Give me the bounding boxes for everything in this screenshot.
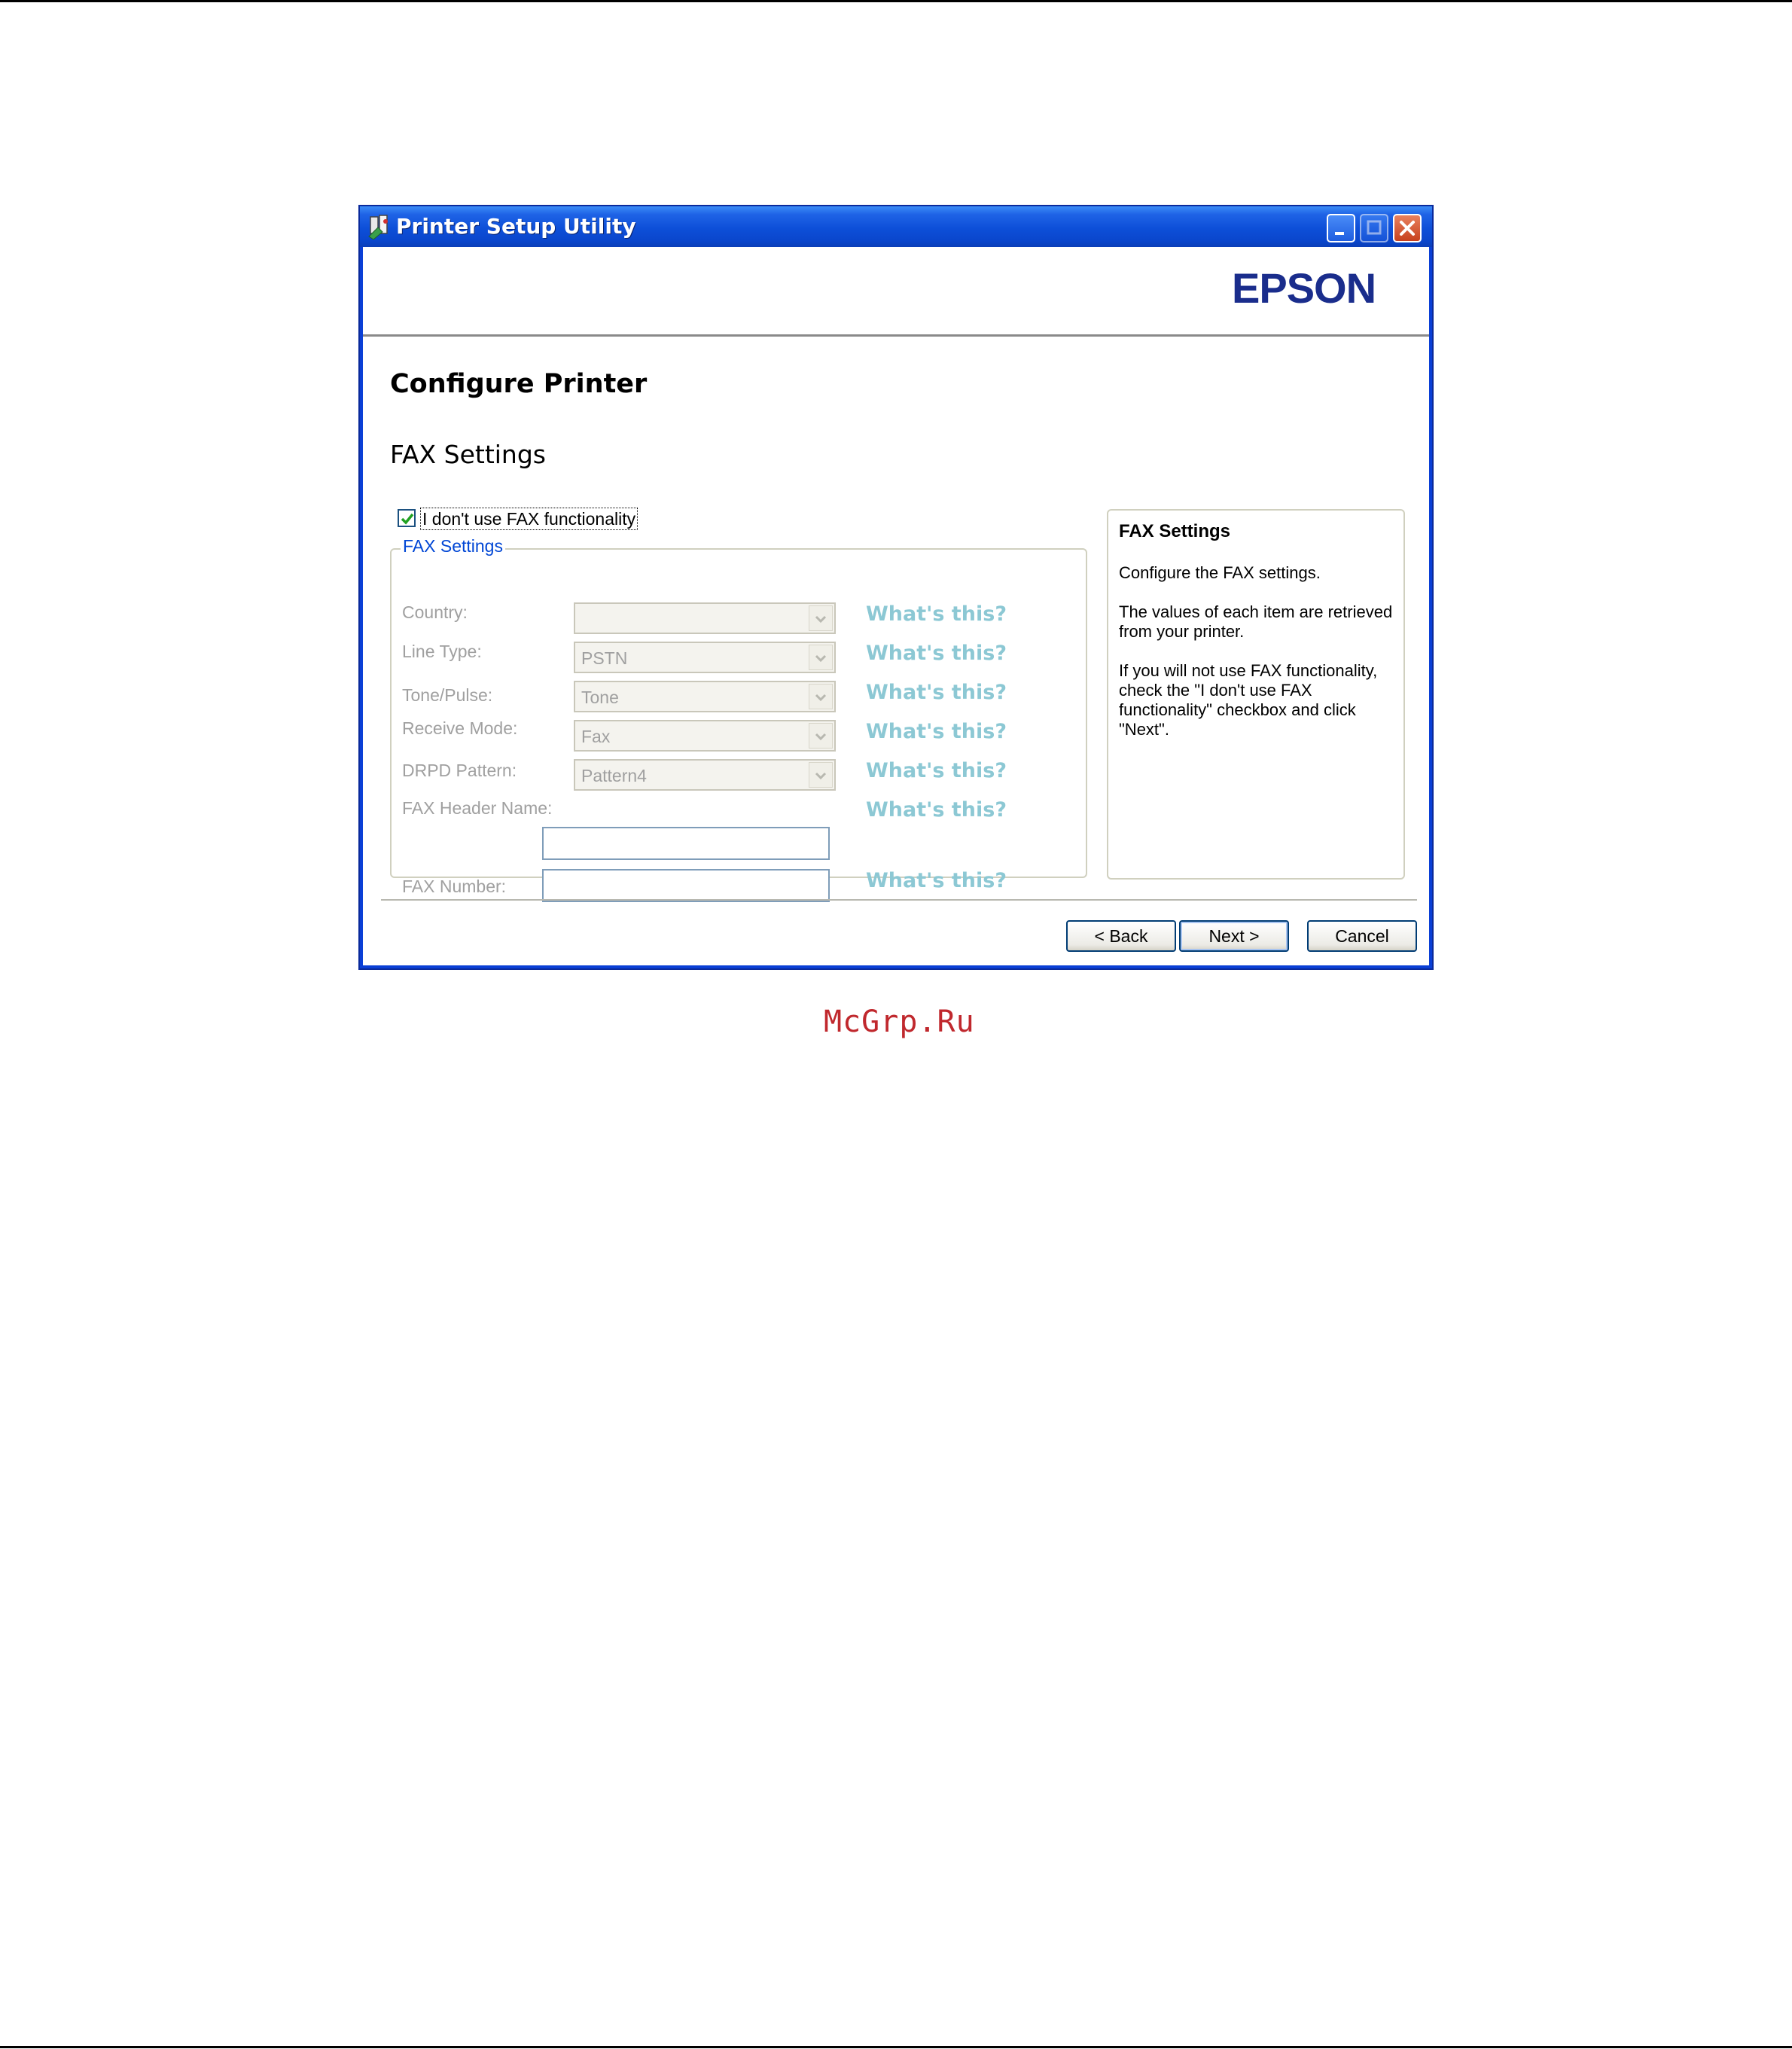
receive-mode-select[interactable]: Fax xyxy=(574,720,836,752)
chevron-down-icon[interactable] xyxy=(809,645,833,670)
receive-mode-label: Receive Mode: xyxy=(402,718,518,738)
receive-mode-value: Fax xyxy=(581,727,611,746)
help-paragraph: If you will not use FAX functionality, c… xyxy=(1119,661,1378,739)
section-title: FAX Settings xyxy=(390,440,546,469)
header-band: EPSON xyxy=(363,247,1429,334)
drpd-pattern-value: Pattern4 xyxy=(581,766,647,785)
chevron-down-icon[interactable] xyxy=(809,605,833,631)
minimize-button[interactable] xyxy=(1327,214,1355,242)
header-divider xyxy=(363,334,1429,337)
back-button[interactable]: < Back xyxy=(1066,920,1176,952)
page-title: Configure Printer xyxy=(390,369,648,399)
help-panel-title: FAX Settings xyxy=(1119,521,1231,541)
maximize-button[interactable] xyxy=(1360,214,1388,242)
help-paragraph: The values of each item are retrieved fr… xyxy=(1119,602,1393,641)
fax-number-input[interactable] xyxy=(542,869,830,902)
no-fax-checkbox[interactable] xyxy=(398,509,416,527)
printer-setup-icon xyxy=(367,214,392,240)
fax-number-whats-this-link[interactable]: What's this? xyxy=(866,869,1007,892)
cancel-button[interactable]: Cancel xyxy=(1307,920,1417,952)
next-button[interactable]: Next > xyxy=(1179,920,1289,952)
fax-number-label: FAX Number: xyxy=(402,877,507,896)
country-select[interactable] xyxy=(574,602,836,634)
watermark: McGrp.Ru xyxy=(824,1005,975,1039)
drpd-pattern-whats-this-link[interactable]: What's this? xyxy=(866,759,1007,782)
tone-pulse-label: Tone/Pulse: xyxy=(402,685,493,705)
drpd-pattern-label: DRPD Pattern: xyxy=(402,761,517,780)
chevron-down-icon[interactable] xyxy=(809,723,833,749)
help-panel: FAX Settings Configure the FAX settings.… xyxy=(1107,509,1405,880)
printer-setup-window: Printer Setup Utility EPSON Configure Pr… xyxy=(358,205,1434,970)
line-type-select[interactable]: PSTN xyxy=(574,642,836,673)
tone-pulse-select[interactable]: Tone xyxy=(574,681,836,712)
tone-pulse-value: Tone xyxy=(581,688,619,707)
fax-header-name-label: FAX Header Name: xyxy=(402,798,553,818)
checkmark-icon xyxy=(401,513,414,525)
chevron-down-icon[interactable] xyxy=(809,762,833,788)
page-top-rule xyxy=(0,0,1792,2)
footer-divider xyxy=(381,899,1417,901)
receive-mode-whats-this-link[interactable]: What's this? xyxy=(866,720,1007,743)
window-title: Printer Setup Utility xyxy=(396,214,636,239)
page-bottom-rule xyxy=(0,2046,1792,2048)
help-paragraph: Configure the FAX settings. xyxy=(1119,563,1321,582)
line-type-whats-this-link[interactable]: What's this? xyxy=(866,642,1007,665)
tone-pulse-whats-this-link[interactable]: What's this? xyxy=(866,681,1007,704)
chevron-down-icon[interactable] xyxy=(809,684,833,709)
close-button[interactable] xyxy=(1393,214,1422,242)
epson-logo: EPSON xyxy=(1232,264,1376,312)
fax-header-name-input[interactable] xyxy=(542,827,830,860)
country-label: Country: xyxy=(402,602,468,622)
line-type-value: PSTN xyxy=(581,648,628,668)
dialog-client-area: EPSON Configure Printer FAX Settings I d… xyxy=(363,247,1429,965)
title-bar[interactable]: Printer Setup Utility xyxy=(360,206,1432,247)
fax-settings-group-legend: FAX Settings xyxy=(401,536,505,556)
line-type-label: Line Type: xyxy=(402,642,482,661)
fax-header-name-whats-this-link[interactable]: What's this? xyxy=(866,798,1007,822)
country-whats-this-link[interactable]: What's this? xyxy=(866,602,1007,626)
drpd-pattern-select[interactable]: Pattern4 xyxy=(574,759,836,791)
no-fax-checkbox-label[interactable]: I don't use FAX functionality xyxy=(420,508,638,530)
